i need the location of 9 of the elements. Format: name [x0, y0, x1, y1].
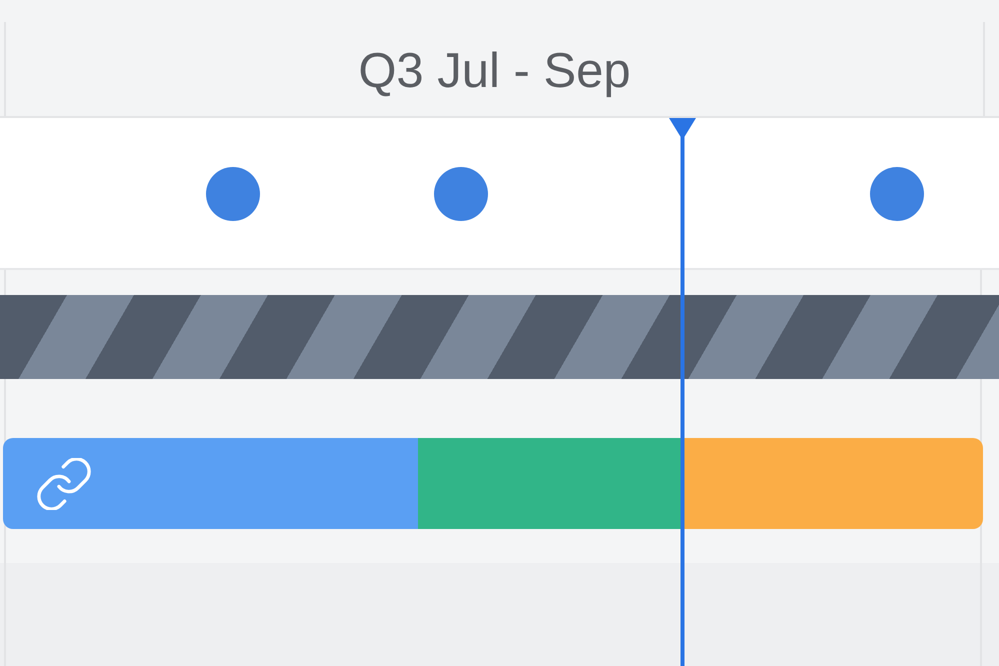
- striped-bar[interactable]: [0, 295, 999, 379]
- link-icon: [37, 458, 91, 510]
- milestone-dot-icon[interactable]: [870, 167, 924, 221]
- bar-segment[interactable]: [3, 438, 418, 529]
- milestone-dot-icon[interactable]: [434, 167, 488, 221]
- milestone-dot-icon[interactable]: [206, 167, 260, 221]
- bar-segment[interactable]: [418, 438, 683, 529]
- quarter-label: Q3 Jul - Sep: [358, 46, 631, 96]
- bar-segment[interactable]: [683, 438, 983, 529]
